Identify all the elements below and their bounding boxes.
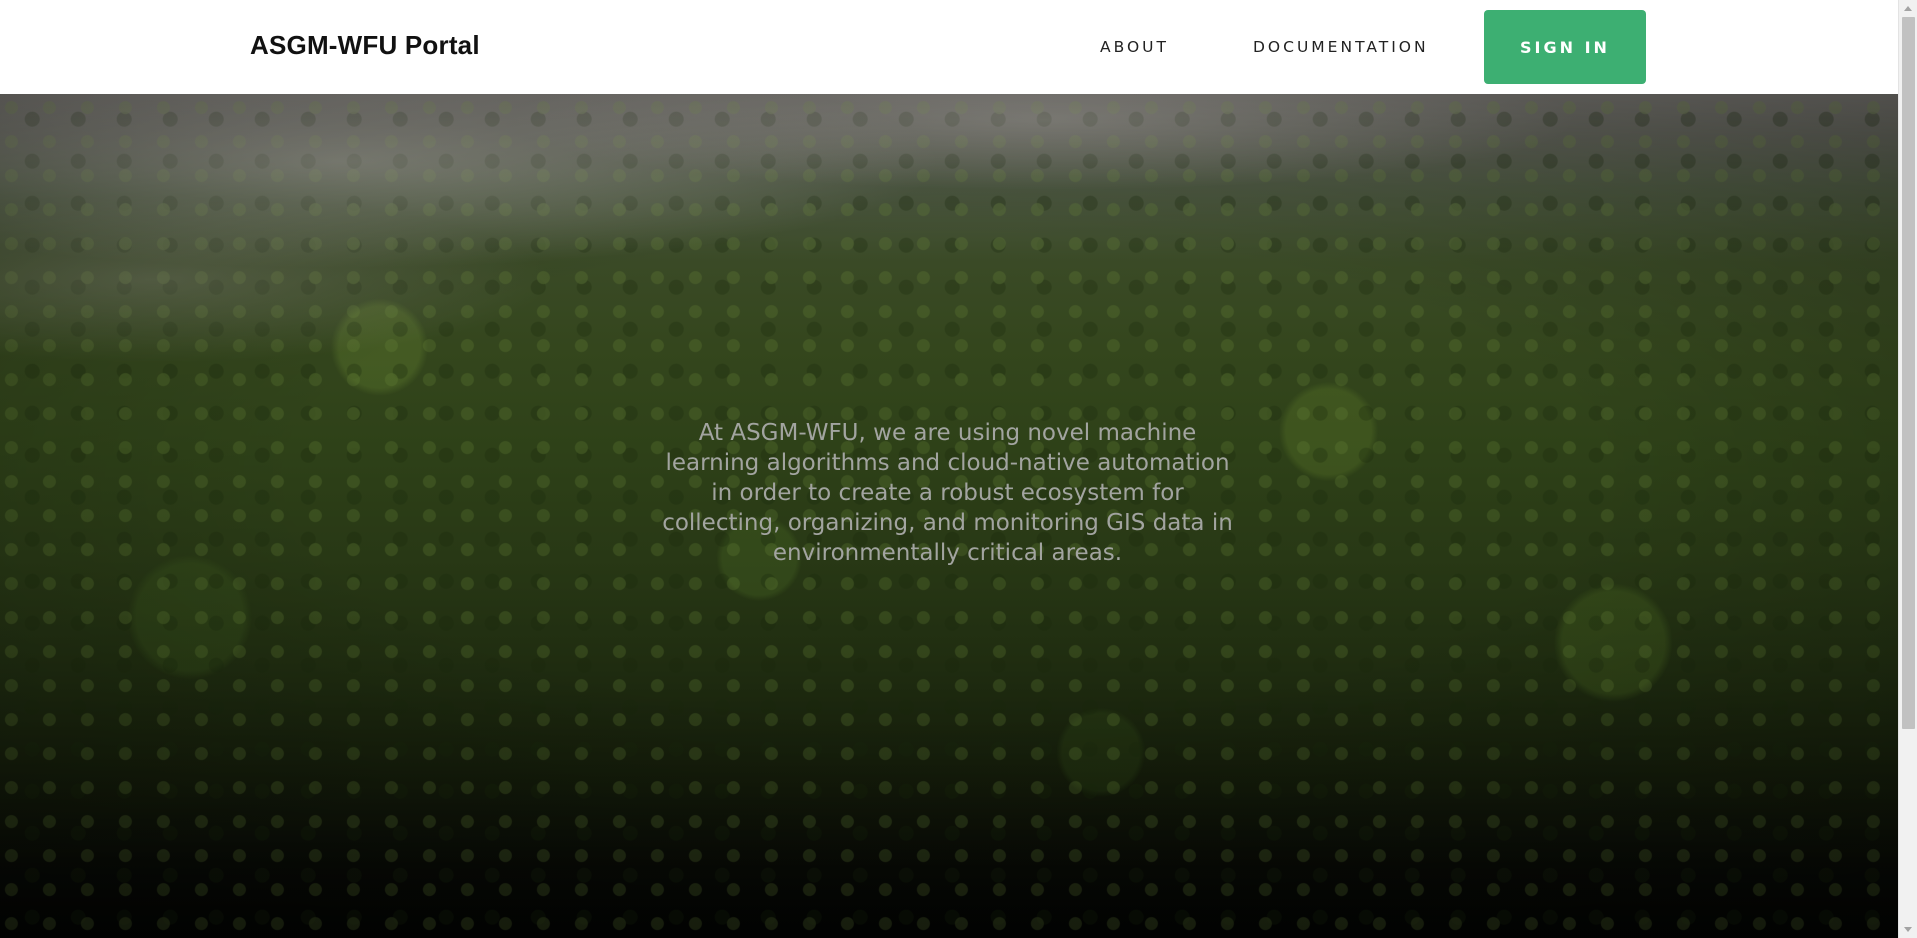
site-header: ASGM-WFU Portal ABOUT DOCUMENTATION SIGN… [0, 0, 1898, 94]
scroll-down-arrow-icon[interactable] [1899, 921, 1917, 938]
vertical-scrollbar[interactable] [1898, 0, 1917, 938]
hero-mission-text: At ASGM-WFU, we are using novel machine … [662, 420, 1233, 566]
nav-link-about[interactable]: ABOUT [1100, 38, 1169, 56]
sign-in-button[interactable]: SIGN IN [1484, 10, 1646, 84]
scrollbar-thumb[interactable] [1902, 17, 1915, 729]
page: ASGM-WFU Portal ABOUT DOCUMENTATION SIGN… [0, 0, 1917, 938]
nav-link-documentation[interactable]: DOCUMENTATION [1253, 38, 1429, 56]
brand-logo-link[interactable]: ASGM-WFU Portal [250, 30, 480, 61]
hero-section: At ASGM-WFU, we are using novel machine … [0, 94, 1898, 938]
scroll-up-arrow-icon[interactable] [1899, 0, 1917, 17]
